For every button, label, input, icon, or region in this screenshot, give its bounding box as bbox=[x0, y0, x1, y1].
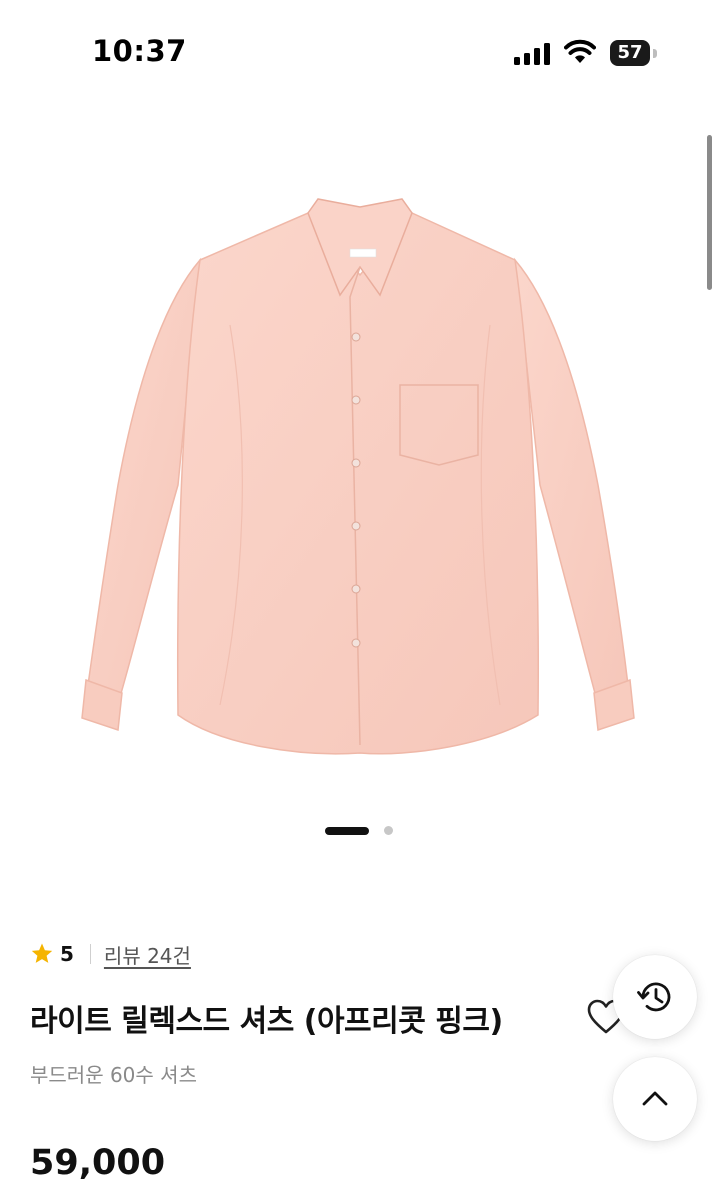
star-icon bbox=[31, 943, 53, 963]
carousel-indicator-dot[interactable] bbox=[384, 826, 393, 835]
battery-level: 57 bbox=[610, 40, 650, 66]
rating-row: 5 리뷰 24건 bbox=[30, 938, 191, 970]
battery-tip bbox=[653, 49, 657, 58]
arrow-up-icon bbox=[642, 1091, 668, 1106]
status-time: 10:37 bbox=[92, 34, 187, 68]
rating-score: 5 bbox=[60, 942, 74, 966]
product-image[interactable] bbox=[60, 185, 660, 770]
battery-icon: 57 bbox=[610, 40, 658, 66]
cellular-signal-icon bbox=[514, 43, 550, 65]
review-count-link[interactable]: 리뷰 24건 bbox=[104, 940, 191, 969]
product-description: 부드러운 60수 셔츠 bbox=[30, 1063, 197, 1087]
product-price: 59,000 bbox=[30, 1143, 166, 1183]
scroll-to-top-button[interactable] bbox=[613, 1057, 697, 1141]
status-bar: 10:37 57 bbox=[0, 0, 719, 105]
recently-viewed-button[interactable] bbox=[613, 955, 697, 1039]
history-icon bbox=[637, 982, 671, 1012]
carousel-indicator-active[interactable] bbox=[325, 827, 369, 835]
wifi-icon bbox=[564, 39, 596, 63]
rating-divider bbox=[89, 944, 91, 964]
page-scrollbar[interactable] bbox=[707, 135, 712, 290]
product-title: 라이트 릴렉스드 셔츠 (아프리콧 핑크) bbox=[30, 1004, 503, 1039]
